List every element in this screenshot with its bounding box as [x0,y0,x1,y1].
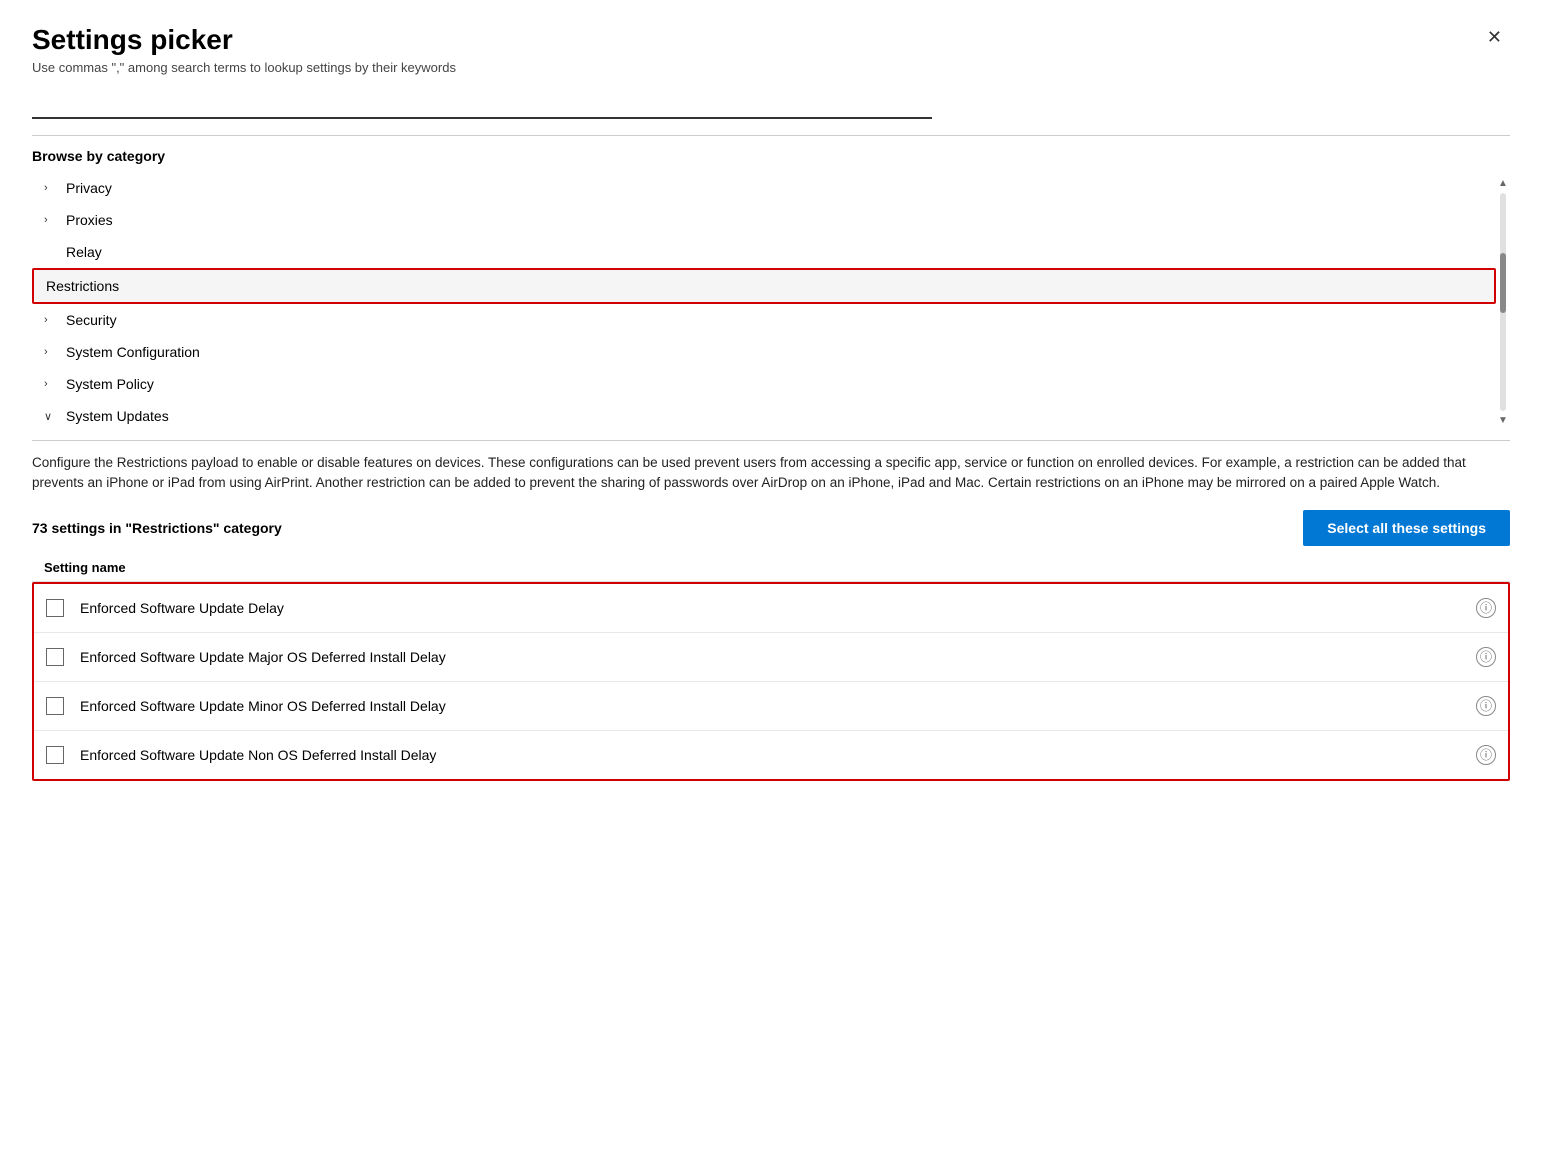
info-icon-4[interactable]: ⓘ [1476,745,1496,765]
category-list: › Privacy › Proxies Relay Restrictions ›… [32,172,1496,432]
chevron-right-icon: › [44,378,58,390]
scroll-track [1500,193,1506,411]
scroll-up-button[interactable]: ▲ [1496,176,1510,191]
setting-checkbox-3[interactable] [46,697,64,715]
chevron-down-icon: ∨ [44,410,58,423]
category-scrollbar: ▲ ▼ [1496,172,1510,432]
category-item-system-updates[interactable]: ∨ System Updates [32,400,1496,432]
category-label: Restrictions [46,278,119,294]
category-item-relay[interactable]: Relay [32,236,1496,268]
info-icon-3[interactable]: ⓘ [1476,696,1496,716]
close-button[interactable]: ✕ [1479,24,1510,50]
dialog-title: Settings picker [32,24,233,56]
scroll-thumb [1500,253,1506,313]
category-label: Proxies [66,212,113,228]
category-label: Privacy [66,180,112,196]
section-divider [32,440,1510,441]
category-label: Relay [66,244,102,260]
settings-count-label: 73 settings in "Restrictions" category [32,520,282,536]
setting-name-3: Enforced Software Update Minor OS Deferr… [80,698,1476,714]
search-input[interactable] [32,87,932,119]
description-area: Configure the Restrictions payload to en… [32,453,1510,494]
setting-name-header: Setting name [32,554,1510,582]
search-area [32,87,1510,119]
category-item-system-configuration[interactable]: › System Configuration [32,336,1496,368]
category-item-system-policy[interactable]: › System Policy [32,368,1496,400]
top-divider [32,135,1510,136]
chevron-right-icon: › [44,182,58,194]
setting-checkbox-4[interactable] [46,746,64,764]
settings-table: Enforced Software Update Delay ⓘ Enforce… [32,582,1510,781]
category-label: System Policy [66,376,154,392]
scroll-down-button[interactable]: ▼ [1496,413,1510,428]
setting-checkbox-2[interactable] [46,648,64,666]
category-label: Security [66,312,117,328]
setting-name-2: Enforced Software Update Major OS Deferr… [80,649,1476,665]
select-all-button[interactable]: Select all these settings [1303,510,1510,546]
dialog-subtitle: Use commas "," among search terms to loo… [32,60,1510,75]
chevron-right-icon: › [44,314,58,326]
category-list-container: › Privacy › Proxies Relay Restrictions ›… [32,172,1510,432]
table-row: Enforced Software Update Minor OS Deferr… [34,682,1508,731]
settings-header-row: 73 settings in "Restrictions" category S… [32,510,1510,546]
browse-by-category-label: Browse by category [32,148,1510,164]
info-icon-2[interactable]: ⓘ [1476,647,1496,667]
setting-name-1: Enforced Software Update Delay [80,600,1476,616]
chevron-right-icon: › [44,214,58,226]
category-label: System Configuration [66,344,200,360]
category-item-restrictions[interactable]: Restrictions [32,268,1496,304]
table-row: Enforced Software Update Major OS Deferr… [34,633,1508,682]
setting-checkbox-1[interactable] [46,599,64,617]
table-row: Enforced Software Update Non OS Deferred… [34,731,1508,779]
info-icon-1[interactable]: ⓘ [1476,598,1496,618]
setting-name-4: Enforced Software Update Non OS Deferred… [80,747,1476,763]
settings-picker-dialog: Settings picker ✕ Use commas "," among s… [0,0,1542,1172]
category-item-security[interactable]: › Security [32,304,1496,336]
category-label: System Updates [66,408,169,424]
table-row: Enforced Software Update Delay ⓘ [34,584,1508,633]
dialog-header: Settings picker ✕ [32,24,1510,56]
chevron-right-icon: › [44,346,58,358]
category-item-proxies[interactable]: › Proxies [32,204,1496,236]
category-item-privacy[interactable]: › Privacy [32,172,1496,204]
